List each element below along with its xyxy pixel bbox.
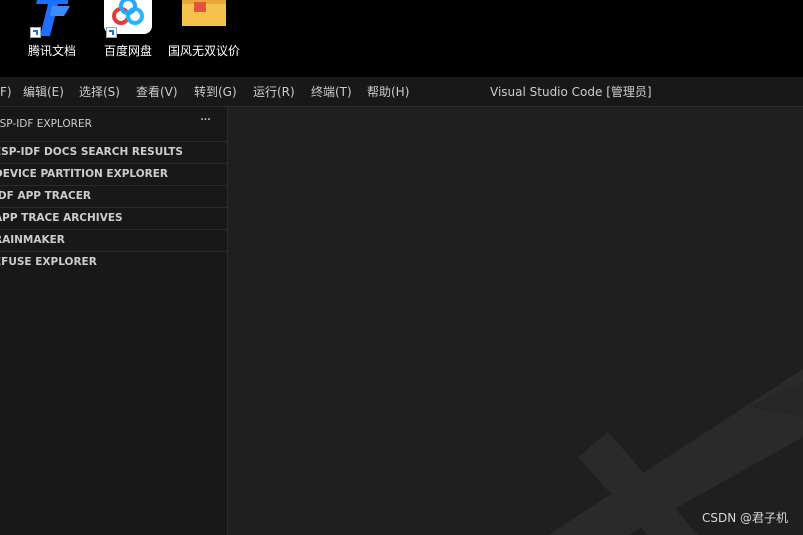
- menu-help[interactable]: 帮助(H): [363, 77, 413, 107]
- section-app-trace-archives[interactable]: APP TRACE ARCHIVES: [0, 207, 227, 229]
- menu-view[interactable]: 查看(V): [132, 77, 182, 107]
- window-title: Visual Studio Code [管理员]: [490, 85, 652, 99]
- menu-file[interactable]: F): [0, 77, 16, 107]
- menu-terminal[interactable]: 终端(T): [307, 77, 356, 107]
- section-label: IDF APP TRACER: [0, 190, 91, 202]
- folder-icon: [180, 0, 228, 36]
- shortcut-arrow-icon: [106, 27, 117, 38]
- vscode-window: F) 编辑(E) 选择(S) 查看(V) 转到(G) 运行(R) 终端(T) 帮…: [0, 77, 803, 535]
- desktop-icon-folder[interactable]: 国风无双议价: [159, 0, 249, 76]
- title-bar: F) 编辑(E) 选择(S) 查看(V) 转到(G) 运行(R) 终端(T) 帮…: [0, 77, 803, 107]
- menu-go[interactable]: 转到(G): [190, 77, 241, 107]
- desktop: 腾讯文档 百度网盘 国风无双议价: [0, 0, 803, 76]
- section-label: EFUSE EXPLORER: [0, 256, 97, 268]
- baidu-netdisk-icon: [104, 0, 152, 38]
- section-label: RAINMAKER: [0, 234, 65, 246]
- csdn-watermark: CSDN @君子机: [701, 511, 788, 525]
- more-actions-icon[interactable]: ···: [196, 113, 214, 131]
- section-label: APP TRACE ARCHIVES: [0, 212, 123, 224]
- menu-selection[interactable]: 选择(S): [75, 77, 124, 107]
- section-label: ESP-IDF DOCS SEARCH RESULTS: [0, 146, 183, 158]
- vscode-logo-watermark: [548, 369, 803, 535]
- section-label: DEVICE PARTITION EXPLORER: [0, 168, 168, 180]
- section-docs-search-results[interactable]: ESP-IDF DOCS SEARCH RESULTS: [0, 141, 227, 163]
- sidebar-header: ESP-IDF EXPLORER ···: [0, 107, 227, 141]
- section-rainmaker[interactable]: RAINMAKER: [0, 229, 227, 251]
- desktop-icon-label: 国风无双议价: [167, 44, 240, 58]
- editor-area: CSDN @君子机: [228, 107, 803, 535]
- shortcut-arrow-icon: [30, 27, 41, 38]
- section-idf-app-tracer[interactable]: IDF APP TRACER: [0, 185, 227, 207]
- section-device-partition-explorer[interactable]: DEVICE PARTITION EXPLORER: [0, 163, 227, 185]
- section-efuse-explorer[interactable]: EFUSE EXPLORER: [0, 251, 227, 273]
- menu-edit[interactable]: 编辑(E): [19, 77, 68, 107]
- menu-run[interactable]: 运行(R): [249, 77, 299, 107]
- desktop-icon-label: 腾讯文档: [27, 44, 76, 58]
- sidebar: ESP-IDF EXPLORER ··· ESP-IDF DOCS SEARCH…: [0, 107, 228, 535]
- sidebar-title: ESP-IDF EXPLORER: [0, 118, 92, 130]
- tencent-docs-icon: [28, 0, 76, 38]
- desktop-icon-label: 百度网盘: [103, 44, 152, 58]
